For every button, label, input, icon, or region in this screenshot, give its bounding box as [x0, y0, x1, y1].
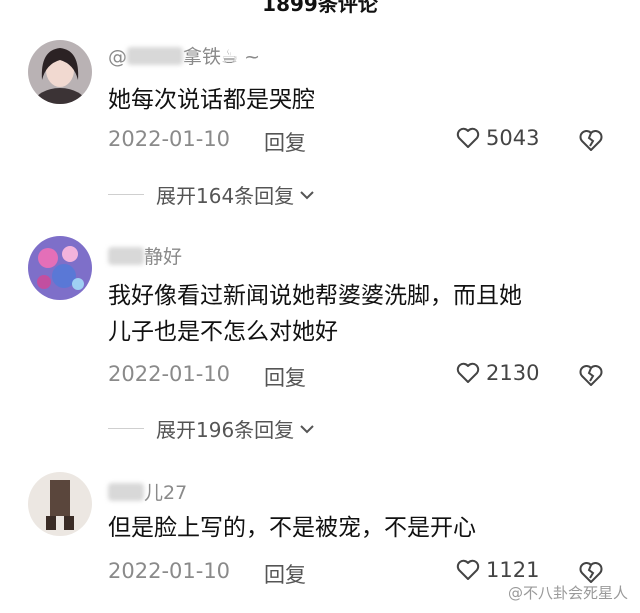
username[interactable]: 静好: [108, 242, 182, 269]
comment-text-line: 儿子也是不怎么对她好: [108, 319, 338, 345]
username-suffix: 儿27: [144, 482, 188, 504]
like-button[interactable]: 5043: [456, 126, 539, 150]
avatar[interactable]: [28, 40, 92, 104]
username[interactable]: @ 拿铁☕ ~: [108, 42, 260, 69]
redacted-name: [108, 247, 144, 265]
username[interactable]: 儿27: [108, 478, 187, 505]
like-count: 2130: [486, 361, 540, 385]
like-button[interactable]: 2130: [456, 361, 539, 385]
comment-date: 2022-01-10: [108, 559, 231, 583]
heart-outline-icon: [456, 127, 480, 148]
broken-heart-icon[interactable]: [578, 127, 604, 153]
avatar-image-1: [28, 40, 92, 104]
broken-heart-icon[interactable]: [578, 362, 604, 388]
chevron-down-icon: [300, 190, 314, 199]
comment-date: 2022-01-10: [108, 127, 231, 151]
heart-outline-icon: [456, 362, 480, 383]
reply-button[interactable]: 回复: [264, 362, 306, 392]
comment-text: 我好像看过新闻说她帮婆婆洗脚，而且她 儿子也是不怎么对她好: [108, 278, 608, 350]
expand-replies-label: 展开164条回复: [156, 184, 295, 208]
like-count: 5043: [486, 126, 540, 150]
reply-button[interactable]: 回复: [264, 559, 306, 589]
chevron-down-icon: [300, 424, 314, 433]
like-button[interactable]: 1121: [456, 558, 539, 582]
username-suffix: 拿铁☕ ~: [183, 46, 260, 68]
redacted-name: [127, 47, 183, 65]
expand-replies-label: 展开196条回复: [156, 418, 295, 442]
avatar[interactable]: [28, 472, 92, 536]
username-suffix: 静好: [144, 246, 183, 268]
avatar-image-2: [28, 236, 92, 300]
expand-divider: [108, 428, 144, 429]
redacted-name: [108, 483, 144, 501]
like-count: 1121: [486, 558, 540, 582]
username-prefix: @: [108, 46, 127, 68]
expand-replies-button[interactable]: 展开196条回复: [108, 414, 316, 443]
avatar-image-3: [28, 472, 92, 536]
comment-text: 但是脸上写的，不是被宠，不是开心: [108, 515, 476, 541]
comment-count-title: 1899条评论: [262, 0, 378, 16]
watermark: @不八卦会死星人: [507, 584, 628, 602]
expand-divider: [108, 194, 144, 195]
avatar[interactable]: [28, 236, 92, 300]
comment-date: 2022-01-10: [108, 362, 231, 386]
comment-text: 她每次说话都是哭腔: [108, 87, 315, 113]
reply-button[interactable]: 回复: [264, 127, 306, 157]
expand-replies-button[interactable]: 展开164条回复: [108, 180, 316, 209]
heart-outline-icon: [456, 559, 480, 580]
comment-text-line: 我好像看过新闻说她帮婆婆洗脚，而且她: [108, 283, 522, 309]
